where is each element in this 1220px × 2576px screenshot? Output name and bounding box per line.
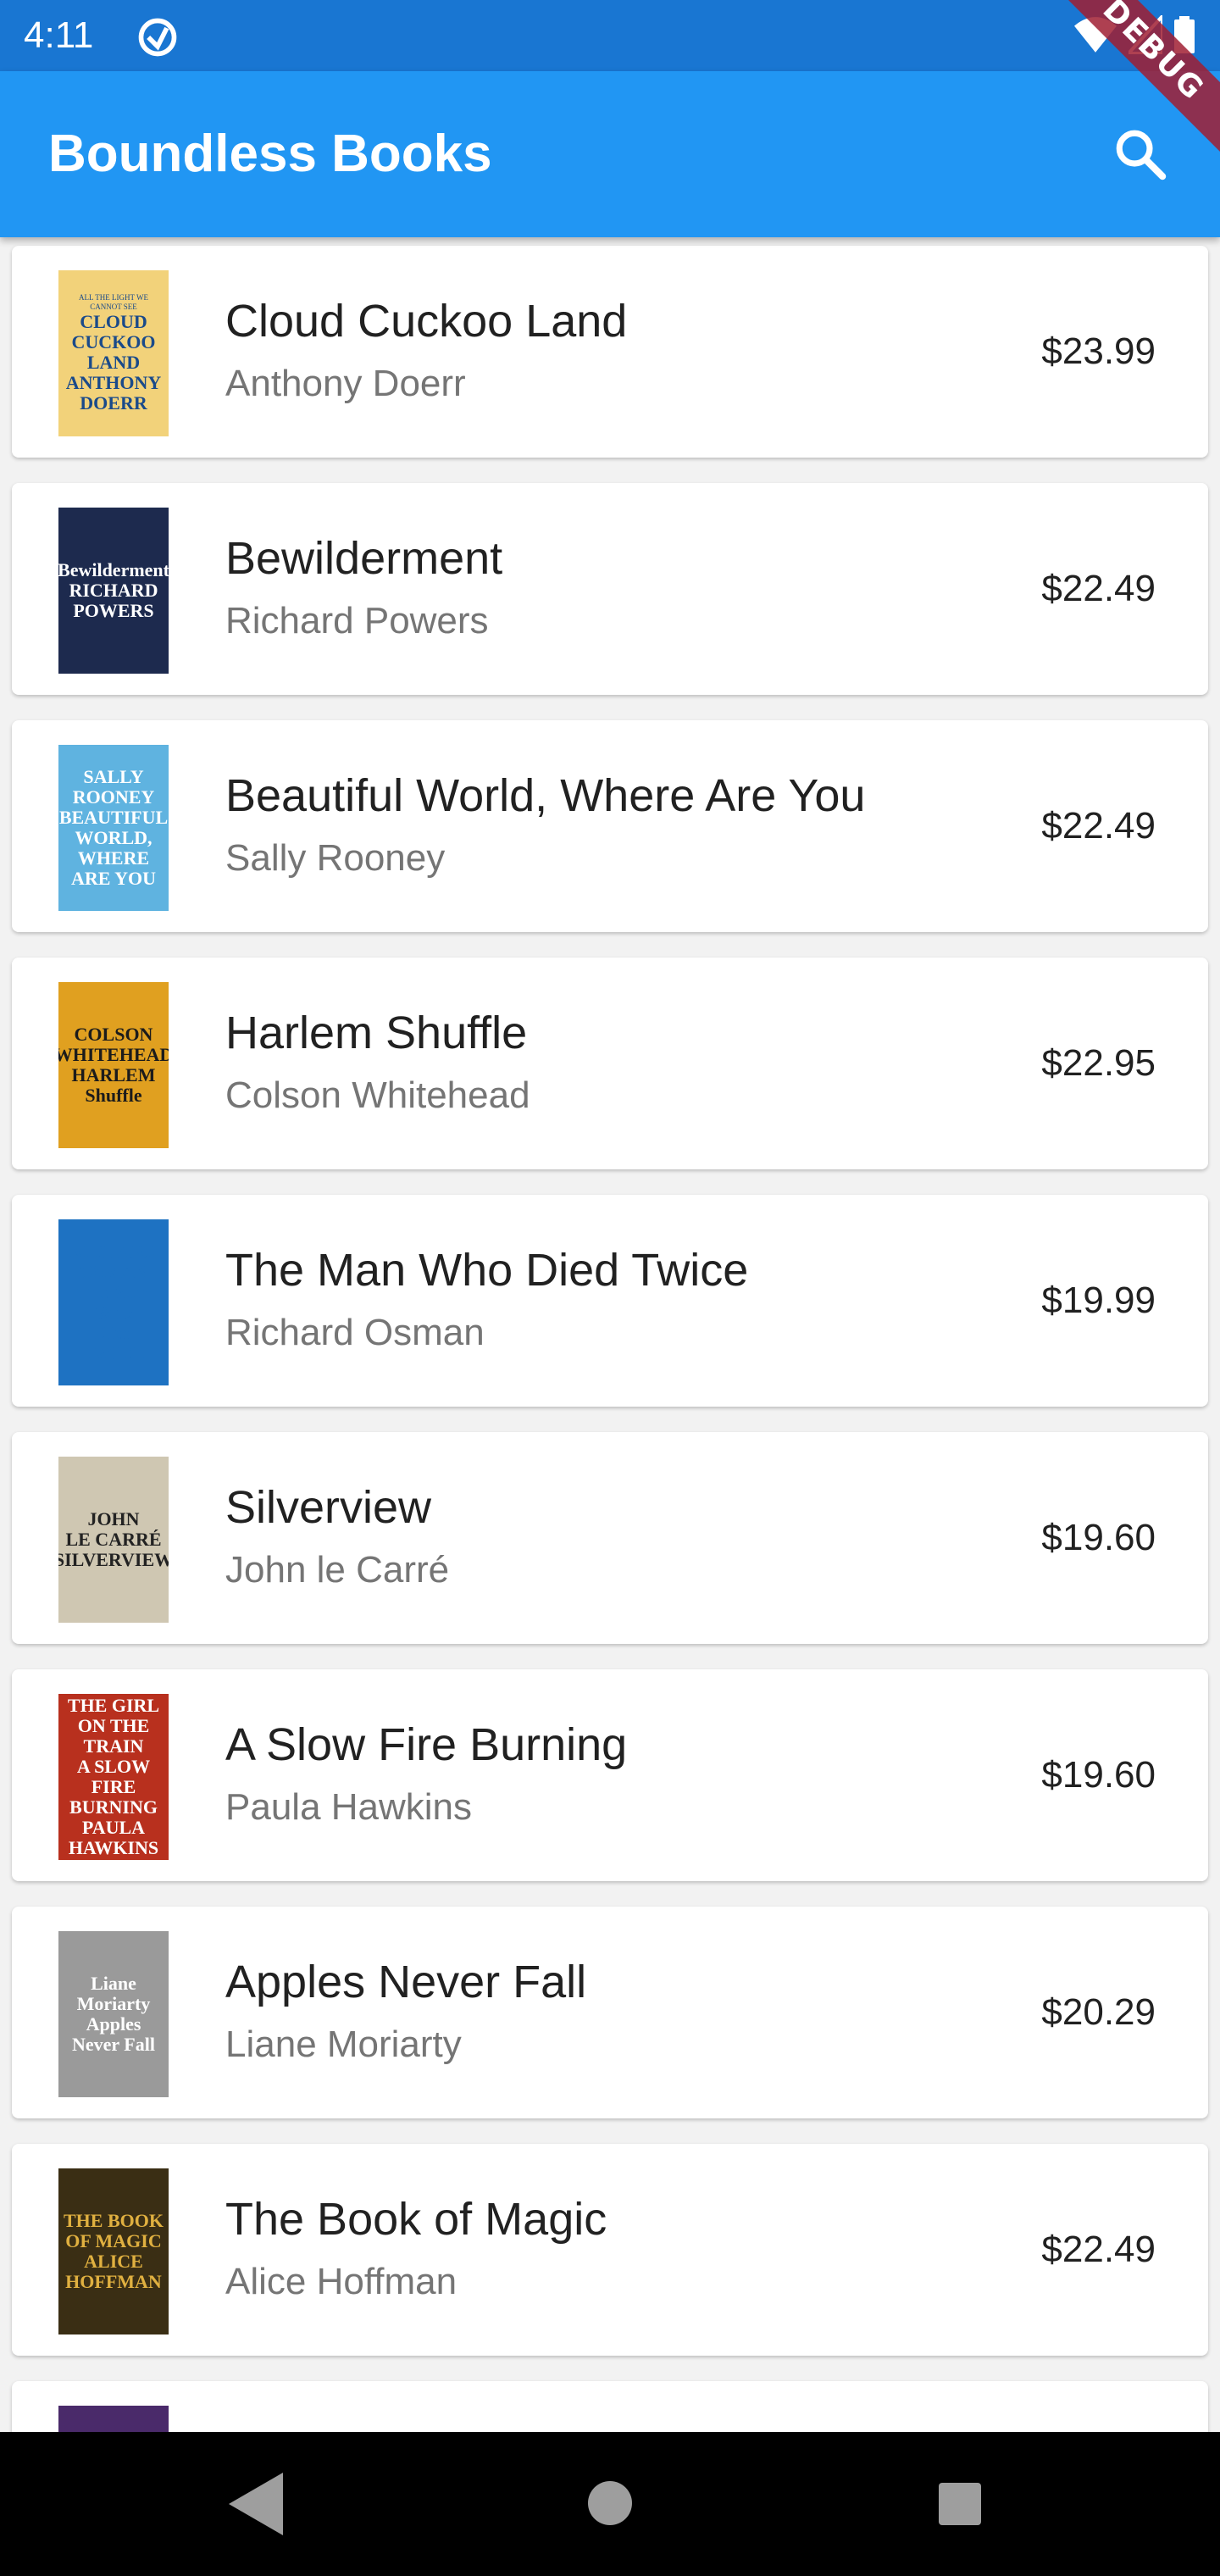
cover-text: COLSON bbox=[74, 1024, 153, 1045]
book-author: Colson Whitehead bbox=[225, 1074, 530, 1116]
cover-text: BURNING bbox=[69, 1796, 158, 1818]
cover-text: WORLD, bbox=[75, 827, 152, 848]
app-bar: Boundless Books bbox=[0, 71, 1220, 237]
book-title: Harlem Shuffle bbox=[225, 1008, 528, 1058]
cover-text: Shuffle bbox=[85, 1085, 142, 1106]
book-title: The Book of Magic bbox=[225, 2194, 607, 2245]
cover-text: ROONEY bbox=[72, 786, 155, 808]
book-cover-image bbox=[58, 2406, 169, 2432]
book-author: Richard Osman bbox=[225, 1312, 485, 1353]
cover-tagline: ALL THE LIGHT WE CANNOT SEE bbox=[79, 293, 148, 311]
book-card[interactable]: Bewilderment RICHARD POWERS Bewilderment Ric… bbox=[12, 483, 1208, 695]
book-cover-image: SALLY ROONEY BEAUTIFUL WORLD, WHERE ARE YOU bbox=[58, 745, 169, 911]
book-card[interactable]: Liane Moriarty Apples Never Fall Apples Nev… bbox=[12, 1907, 1208, 2118]
book-author: Liane Moriarty bbox=[225, 2024, 462, 2065]
book-title: Bewilderment bbox=[225, 533, 503, 584]
book-cover-image: Bewilderment RICHARD POWERS bbox=[58, 508, 169, 674]
cover-text: JOHN bbox=[87, 1508, 140, 1530]
book-author: Richard Powers bbox=[225, 600, 489, 641]
book-price: $22.49 bbox=[1041, 568, 1156, 609]
book-title: Beautiful World, Where Are You bbox=[225, 770, 866, 821]
system-navigation-bar bbox=[0, 2432, 1220, 2576]
cover-text: Liane bbox=[91, 1973, 136, 1994]
cover-text: ARE YOU bbox=[70, 868, 157, 889]
cover-text: LE CARRÉ bbox=[65, 1529, 162, 1550]
cover-text: CUCKOO bbox=[71, 331, 156, 353]
book-price: $19.60 bbox=[1041, 1754, 1156, 1796]
book-card[interactable]: THE BOOK OF MAGIC ALICE HOFFMAN The Book of … bbox=[12, 2144, 1208, 2356]
home-circle-icon[interactable] bbox=[588, 2481, 632, 2525]
book-cover-image: THE BOOK OF MAGIC ALICE HOFFMAN bbox=[58, 2168, 169, 2334]
cover-text: LAND bbox=[86, 352, 141, 373]
cover-text: BEAUTIFUL bbox=[58, 807, 169, 828]
cover-text: The Man Who bbox=[76, 1281, 151, 1323]
book-cover-image: ALL THE LIGHT WE CANNOT SEE CLOUD CUCKOO LA… bbox=[58, 270, 169, 436]
search-icon bbox=[1116, 130, 1167, 180]
book-author: Sally Rooney bbox=[225, 837, 446, 879]
status-time: 4:11 bbox=[24, 14, 94, 56]
book-cover-image: Liane Moriarty Apples Never Fall bbox=[58, 1931, 169, 2097]
book-title: Apples Never Fall bbox=[225, 1957, 587, 2007]
cover-text: OF MAGIC bbox=[65, 2230, 162, 2251]
book-author: John le Carré bbox=[225, 1549, 450, 1591]
book-title: Cloud Cuckoo Land bbox=[225, 296, 628, 347]
book-title: Silverview bbox=[225, 1482, 432, 1533]
cover-text: WHERE bbox=[77, 847, 150, 869]
status-bar: 4:11 bbox=[0, 0, 1220, 71]
recents-square-icon[interactable] bbox=[939, 2483, 981, 2525]
book-price: $22.49 bbox=[1041, 805, 1156, 847]
cover-text: SALLY bbox=[83, 766, 144, 787]
book-card[interactable]: JOHN LE CARRÉ SILVERVIEW Silverview John le … bbox=[12, 1432, 1208, 1644]
book-price: $22.49 bbox=[1041, 2229, 1156, 2270]
cover-text: THE BOOK bbox=[64, 2210, 164, 2231]
cover-text: FIRE bbox=[91, 1776, 136, 1797]
cover-text: ANTHONY DOERR bbox=[65, 372, 162, 414]
book-title: A Slow Fire Burning bbox=[225, 1719, 628, 1770]
book-price: $19.99 bbox=[1041, 1280, 1156, 1321]
book-card[interactable]: SALLY ROONEY BEAUTIFUL WORLD, WHERE ARE YOU Be… bbox=[12, 720, 1208, 932]
cover-text: RICHARD bbox=[69, 580, 158, 601]
cover-text: THE GIRL ON THE TRAIN bbox=[67, 1695, 160, 1757]
cover-text: SILVERVIEW bbox=[58, 1549, 169, 1570]
book-price: $19.60 bbox=[1041, 1517, 1156, 1558]
book-cover-image: RICHARD OSMAN The Man Who Died TWICE bbox=[58, 1219, 169, 1385]
cover-text: ALICE bbox=[84, 2251, 143, 2272]
book-author: Alice Hoffman bbox=[225, 2261, 458, 2302]
book-card[interactable]: RICHARD OSMAN The Man Who Died TWICE The Man… bbox=[12, 1195, 1208, 1407]
book-price: $20.29 bbox=[1041, 1991, 1156, 2033]
cover-text: Died TWICE bbox=[81, 1322, 146, 1363]
book-cover-image: THE GIRL ON THE TRAIN A SLOW FIRE BURNING PA… bbox=[58, 1694, 169, 1860]
app-title: Boundless Books bbox=[48, 125, 492, 183]
cover-text: HOFFMAN bbox=[65, 2271, 162, 2292]
book-title: The Man Who Died Twice bbox=[225, 1245, 749, 1296]
search-button[interactable] bbox=[1106, 120, 1174, 188]
cover-text: Apples Never Fall bbox=[72, 2013, 155, 2055]
cover-text: WHITEHEAD bbox=[58, 1044, 169, 1065]
book-card[interactable]: THE GIRL ON THE TRAIN A SLOW FIRE BURNING PA… bbox=[12, 1669, 1208, 1881]
cover-text: Moriarty bbox=[76, 1993, 151, 2014]
cover-text: PAULA bbox=[81, 1817, 146, 1838]
back-triangle-icon[interactable] bbox=[229, 2473, 283, 2535]
cover-text: Bewilderment bbox=[58, 559, 169, 580]
book-card[interactable]: ALL THE LIGHT WE CANNOT SEE CLOUD CUCKOO LA… bbox=[12, 246, 1208, 458]
book-cover-image: JOHN LE CARRÉ SILVERVIEW bbox=[58, 1457, 169, 1623]
cover-text: OSMAN bbox=[79, 1261, 148, 1282]
cover-text: CLOUD bbox=[80, 311, 147, 332]
book-author: Paula Hawkins bbox=[225, 1786, 473, 1828]
book-card[interactable] bbox=[12, 2381, 1208, 2432]
book-author: Anthony Doerr bbox=[225, 363, 466, 404]
book-price: $22.95 bbox=[1041, 1042, 1156, 1084]
app-notification-icon bbox=[138, 18, 177, 57]
book-cover-image: COLSON WHITEHEAD HARLEM Shuffle bbox=[58, 982, 169, 1148]
book-list[interactable]: ALL THE LIGHT WE CANNOT SEE CLOUD CUCKOO LA… bbox=[0, 237, 1220, 2432]
book-card[interactable]: COLSON WHITEHEAD HARLEM Shuffle Harlem Shuff… bbox=[12, 958, 1208, 1169]
cover-text: HARLEM bbox=[71, 1064, 156, 1085]
book-price: $23.99 bbox=[1041, 330, 1156, 372]
cover-text: RICHARD bbox=[69, 1241, 158, 1262]
cover-text: HAWKINS bbox=[68, 1837, 159, 1858]
cover-text: POWERS bbox=[73, 600, 154, 621]
cover-text: A SLOW bbox=[76, 1756, 151, 1777]
